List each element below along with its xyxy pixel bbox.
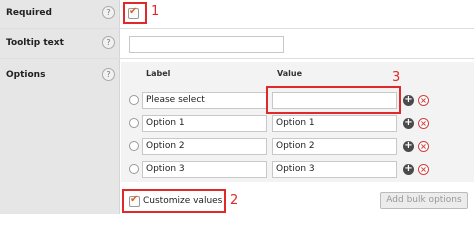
default-radio[interactable] [129,95,139,105]
option-label-input[interactable]: Option 3 [142,161,267,178]
option-label-input[interactable]: Please select [142,92,267,109]
remove-option-icon[interactable]: × [418,141,429,152]
remove-option-icon[interactable]: × [418,95,429,106]
annotation-number-3: 3 [392,70,401,85]
annotation-number-2: 2 [230,193,239,208]
column-header-value: Value [277,69,303,78]
option-label-input[interactable]: Option 1 [142,115,267,132]
add-option-icon[interactable]: + [403,164,414,175]
annotation-number-1: 1 [151,4,160,19]
row-divider [0,28,474,29]
annotation-box-1 [123,2,147,24]
default-radio[interactable] [129,118,139,128]
default-radio[interactable] [129,141,139,151]
label-column [0,0,120,214]
annotation-box-3 [266,86,401,114]
remove-option-icon[interactable]: × [418,118,429,129]
option-value-input[interactable]: Option 1 [272,115,397,132]
add-bulk-options-button[interactable]: Add bulk options [380,192,468,209]
help-icon[interactable]: ? [102,6,115,19]
add-option-icon[interactable]: + [403,141,414,152]
help-icon[interactable]: ? [102,68,115,81]
required-label: Required [6,8,52,18]
column-header-label: Label [146,69,171,78]
add-option-icon[interactable]: + [403,118,414,129]
option-value-input[interactable]: Option 3 [272,161,397,178]
options-label: Options [6,70,46,80]
option-value-input[interactable]: Option 2 [272,138,397,155]
tooltip-label: Tooltip text [6,38,64,48]
annotation-box-2 [122,189,226,213]
help-icon[interactable]: ? [102,36,115,49]
add-option-icon[interactable]: + [403,95,414,106]
option-label-input[interactable]: Option 2 [142,138,267,155]
tooltip-input[interactable] [129,36,284,53]
row-divider [0,58,474,59]
remove-option-icon[interactable]: × [418,164,429,175]
default-radio[interactable] [129,164,139,174]
